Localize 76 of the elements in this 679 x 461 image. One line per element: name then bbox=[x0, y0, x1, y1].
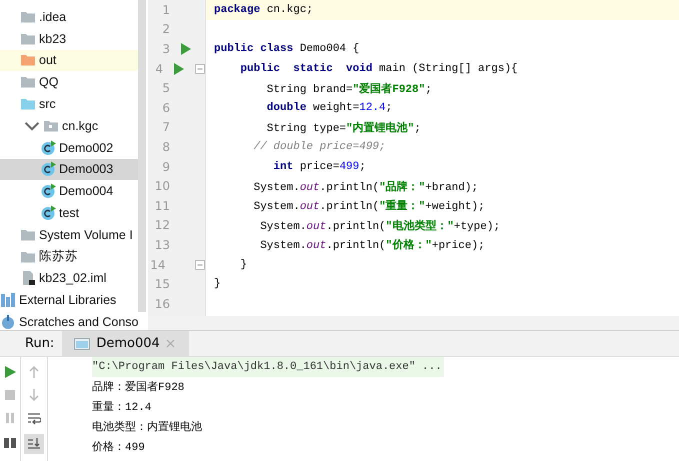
code-line: double weight=12.4; bbox=[266, 102, 392, 114]
run-icon[interactable] bbox=[173, 62, 185, 75]
code-line: public static void main (String[] args){ bbox=[239, 62, 518, 75]
class-icon bbox=[40, 183, 56, 200]
tree-item[interactable]: Demo002 bbox=[0, 136, 138, 159]
run-tab[interactable]: Demo004 bbox=[62, 331, 189, 356]
line-number: 1 bbox=[161, 2, 170, 17]
fold-icon[interactable] bbox=[195, 64, 205, 74]
line-number: 10 bbox=[154, 179, 170, 194]
line-number: 16 bbox=[154, 296, 170, 311]
run-icon[interactable] bbox=[180, 42, 192, 55]
pause-icon[interactable] bbox=[3, 411, 17, 425]
console-output: 品牌：爱国者F928 bbox=[92, 380, 186, 396]
code-line: String type="内置锂电池"; bbox=[266, 120, 421, 135]
tree-item[interactable]: External Libraries bbox=[0, 289, 138, 312]
code-line: package cn.kgc; bbox=[213, 4, 314, 16]
close-icon[interactable] bbox=[166, 339, 175, 348]
code-line: System.out.println("品牌："+brand); bbox=[252, 180, 478, 194]
tree-item[interactable]: Demo004 bbox=[0, 180, 138, 202]
tree-item[interactable]: QQ bbox=[0, 71, 138, 94]
line-number: 15 bbox=[154, 277, 170, 292]
code-line: System.out.println("价格："+price); bbox=[259, 238, 485, 252]
console-output: 重量：12.4 bbox=[92, 400, 152, 416]
scratches-icon bbox=[0, 314, 16, 330]
line-number: 8 bbox=[161, 140, 170, 154]
scrollbar[interactable] bbox=[138, 0, 146, 312]
code-line: public class Demo004 { bbox=[213, 42, 360, 55]
down-arrow-icon[interactable] bbox=[27, 388, 41, 402]
file-icon bbox=[20, 270, 36, 286]
line-number: 7 bbox=[161, 120, 170, 134]
tree-item[interactable]: System Volume I bbox=[0, 224, 138, 246]
console-icon bbox=[74, 338, 90, 350]
code-line: System.out.println("重量："+weight); bbox=[252, 198, 485, 214]
tree-item[interactable]: cn.kgc bbox=[0, 114, 138, 137]
soft-wrap-icon[interactable] bbox=[27, 411, 41, 425]
code-line: System.out.println("电池类型："+type); bbox=[259, 218, 500, 233]
line-number: 3 bbox=[161, 42, 170, 56]
scroll-to-end-icon[interactable] bbox=[24, 434, 44, 454]
code-line: } bbox=[239, 258, 248, 271]
line-number: 12 bbox=[154, 218, 170, 232]
folder-icon bbox=[20, 96, 36, 112]
fold-icon[interactable] bbox=[195, 260, 205, 270]
class-icon bbox=[40, 205, 56, 222]
tree-item[interactable]: 陈苏苏 bbox=[0, 246, 138, 268]
library-icon bbox=[0, 292, 16, 308]
tree-item[interactable]: src bbox=[0, 93, 138, 115]
tree-item[interactable]: Demo003 bbox=[0, 158, 138, 180]
line-number: 14 bbox=[149, 258, 166, 272]
line-number: 11 bbox=[154, 198, 170, 213]
line-number: 4 bbox=[154, 62, 163, 76]
line-number: 5 bbox=[161, 81, 170, 96]
code-line: int price=499; bbox=[272, 160, 366, 173]
tree-item[interactable]: test bbox=[0, 202, 138, 224]
console-output: 价格：499 bbox=[92, 440, 146, 456]
line-number: 6 bbox=[161, 100, 170, 115]
tree-item[interactable]: Scratches and Conso bbox=[0, 311, 138, 333]
run-icon[interactable] bbox=[3, 365, 17, 379]
class-icon bbox=[40, 140, 56, 156]
folder-icon bbox=[20, 74, 36, 90]
code-line: String brand="爱国者F928"; bbox=[266, 82, 432, 96]
console-command: "C:\Program Files\Java\jdk1.8.0_161\bin\java.exe" ... bbox=[92, 357, 444, 377]
code-line: } bbox=[213, 278, 221, 290]
stop-icon[interactable] bbox=[3, 388, 17, 402]
line-number: 2 bbox=[161, 22, 170, 36]
tree-item[interactable]: kb23 bbox=[0, 28, 138, 50]
folder-icon bbox=[20, 52, 36, 68]
console-output: 电池类型：内置锂电池 bbox=[92, 420, 203, 436]
line-number: 13 bbox=[154, 238, 170, 252]
class-icon bbox=[40, 161, 56, 178]
tree-item[interactable]: out bbox=[0, 50, 138, 72]
run-panel-label: Run: bbox=[24, 335, 56, 353]
tree-item[interactable]: kb23_02.iml bbox=[0, 268, 138, 290]
code-line: // double price=499; bbox=[252, 140, 386, 153]
up-arrow-icon[interactable] bbox=[27, 365, 41, 379]
line-number: 9 bbox=[161, 160, 170, 174]
tree-item[interactable]: .idea bbox=[0, 6, 138, 28]
